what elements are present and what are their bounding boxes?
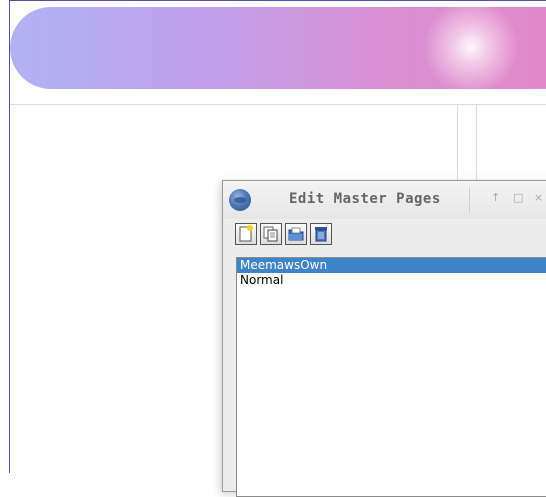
master-pages-list[interactable]: MeemawsOwn Normal <box>236 257 546 497</box>
trash-icon <box>315 227 327 242</box>
dialog-titlebar[interactable]: Edit Master Pages ↑ □ × <box>223 181 546 219</box>
arrow-up-icon[interactable]: ↑ <box>491 191 500 204</box>
app-logo-icon <box>229 189 251 211</box>
delete-master-page-button[interactable] <box>310 223 332 245</box>
import-master-page-button[interactable] <box>285 223 307 245</box>
duplicate-icon <box>263 226 278 242</box>
maximize-icon[interactable]: □ <box>513 191 523 204</box>
folder-icon <box>288 227 304 241</box>
dialog-title: Edit Master Pages <box>289 191 441 207</box>
close-icon[interactable]: × <box>534 191 543 204</box>
new-master-page-button[interactable] <box>235 223 257 245</box>
master-page-item[interactable]: MeemawsOwn <box>237 258 546 273</box>
edit-master-pages-dialog: Edit Master Pages ↑ □ × MeemawsOwn Norma… <box>222 180 546 497</box>
page-banner <box>10 7 546 89</box>
master-page-item[interactable]: Normal <box>237 273 546 288</box>
duplicate-master-page-button[interactable] <box>260 223 282 245</box>
titlebar-separator <box>469 187 470 213</box>
new-page-icon <box>239 225 253 242</box>
horizontal-guide <box>10 104 546 105</box>
